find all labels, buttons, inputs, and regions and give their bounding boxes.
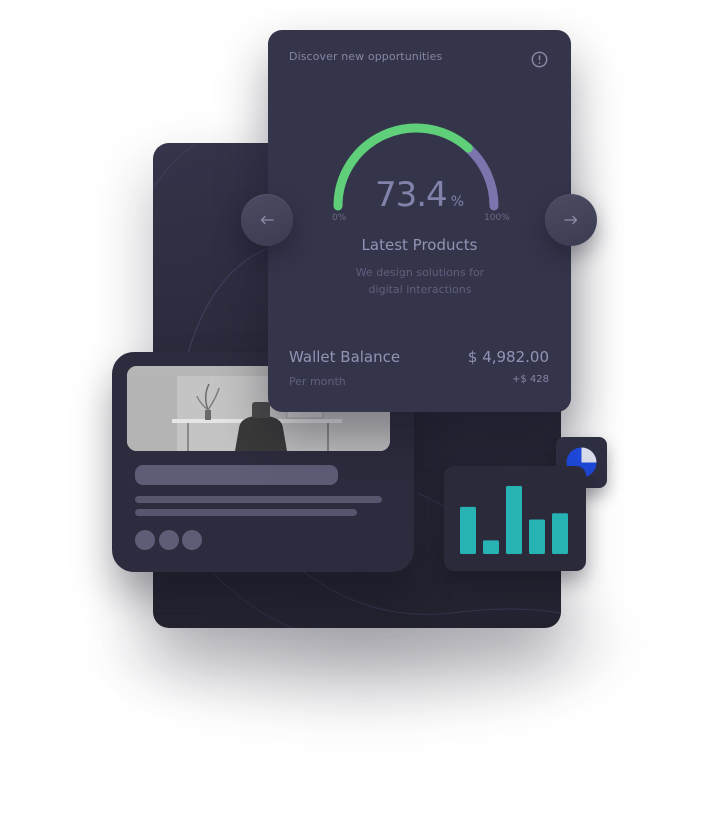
bar (460, 506, 476, 554)
bar (506, 486, 522, 554)
dashboard-composition: Discover new opportunities 73.4% 0% 100%… (0, 0, 720, 825)
gauge-unit: % (450, 194, 464, 210)
skeleton-dot[interactable] (159, 530, 179, 550)
skeleton-dot[interactable] (182, 530, 202, 550)
opportunities-card: Discover new opportunities 73.4% 0% 100%… (268, 30, 571, 412)
skeleton-title-bar (135, 465, 338, 485)
wallet-balance-value: $ 4,982.00 (467, 348, 549, 366)
info-circle-icon[interactable] (531, 51, 548, 68)
gauge-value: 73.4% (268, 175, 571, 215)
gauge-number: 73.4 (374, 175, 448, 215)
skeleton-text-line (135, 496, 382, 503)
product-description-line: We design solutions for (355, 266, 485, 279)
wallet-balance-label: Wallet Balance (289, 348, 401, 366)
gauge-max-label: 100% (484, 213, 510, 223)
bar-chart (460, 486, 568, 554)
gauge-min-label: 0% (332, 213, 347, 223)
bar (552, 513, 568, 554)
product-description-line: digital interactions (368, 283, 472, 296)
previous-button[interactable] (241, 194, 293, 246)
next-button[interactable] (545, 194, 597, 246)
arrow-right-icon (564, 215, 578, 225)
skeleton-text-line (135, 509, 357, 516)
product-description: We design solutions for digital interact… (344, 264, 496, 298)
bar-chart-widget[interactable] (444, 466, 586, 571)
card-tagline: Discover new opportunities (289, 50, 443, 63)
product-title: Latest Products (361, 236, 478, 254)
wallet-delta: +$ 428 (511, 374, 549, 385)
wallet-period-label: Per month (289, 375, 346, 388)
skeleton-dot[interactable] (135, 530, 155, 550)
arrow-left-icon (260, 215, 274, 225)
bar (529, 519, 545, 554)
bar (483, 540, 499, 554)
